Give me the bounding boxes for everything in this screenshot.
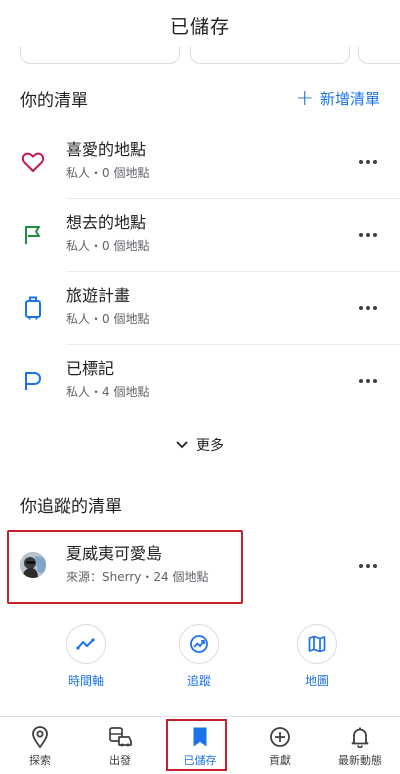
commute-icon	[107, 725, 133, 749]
location-pin-icon	[31, 725, 49, 749]
add-list-label: 新增清單	[319, 90, 380, 108]
chip-3[interactable]	[358, 46, 400, 64]
show-more-button[interactable]: 更多	[0, 432, 400, 458]
tracking-icon	[179, 624, 219, 664]
followed-lists-title: 你追蹤的清單	[20, 497, 122, 517]
nav-label: 出發	[109, 754, 131, 767]
list-meta: 私人・0 個地點	[66, 239, 150, 253]
map-icon	[297, 624, 337, 664]
your-lists-title: 你的清單	[20, 91, 88, 111]
more-options-icon[interactable]	[358, 298, 378, 318]
chips-row	[0, 46, 400, 68]
list-item-want-to-go[interactable]: 想去的地點 私人・0 個地點	[0, 199, 400, 271]
show-more-label: 更多	[196, 438, 224, 454]
list-meta: 私人・0 個地點	[66, 166, 150, 180]
followed-lists-header: 你追蹤的清單	[20, 492, 380, 517]
chip-1[interactable]	[20, 46, 180, 64]
list-meta: 私人・4 個地點	[66, 385, 150, 399]
bell-icon	[350, 725, 370, 749]
add-circle-icon	[269, 725, 291, 749]
list-item-favorites[interactable]: 喜愛的地點 私人・0 個地點	[0, 126, 400, 198]
more-options-icon[interactable]	[358, 556, 378, 576]
flag-icon	[20, 222, 46, 248]
nav-label: 貢獻	[269, 754, 291, 767]
more-options-icon[interactable]	[358, 371, 378, 391]
tracking-label: 追蹤	[186, 674, 211, 688]
page-title: 已儲存	[169, 15, 230, 38]
chevron-down-icon	[176, 437, 188, 453]
list-name: 旅遊計畫	[66, 286, 131, 305]
list-name: 已標記	[66, 359, 115, 378]
list-item-travel-plans[interactable]: 旅遊計畫 私人・0 個地點	[0, 272, 400, 344]
map-label: 地圖	[304, 674, 329, 688]
timeline-button[interactable]: 時間軸	[41, 624, 131, 689]
list-name: 想去的地點	[66, 213, 147, 232]
chip-2[interactable]	[190, 46, 350, 64]
add-list-button[interactable]: + 新增清單	[295, 85, 380, 111]
nav-updates[interactable]: 最新動態	[320, 717, 400, 774]
luggage-icon	[20, 295, 46, 321]
tracking-button[interactable]: 追蹤	[154, 624, 244, 689]
more-options-icon[interactable]	[358, 152, 378, 172]
nav-label: 探索	[29, 754, 51, 767]
map-button[interactable]: 地圖	[272, 624, 362, 689]
quick-actions: 時間軸 追蹤 地圖	[0, 624, 400, 694]
list-item-starred[interactable]: 已標記 私人・4 個地點	[0, 345, 400, 417]
app-header: 已儲存	[0, 0, 400, 50]
list-meta: 私人・0 個地點	[66, 312, 150, 326]
nav-label: 最新動態	[338, 754, 382, 767]
highlight-box	[7, 530, 243, 604]
highlight-box	[166, 719, 227, 771]
timeline-icon	[66, 624, 106, 664]
nav-contribute[interactable]: 貢獻	[240, 717, 320, 774]
your-lists-header: 你的清單 + 新增清單	[20, 86, 380, 111]
list-name: 喜愛的地點	[66, 140, 147, 159]
plus-icon: +	[295, 85, 314, 111]
timeline-label: 時間軸	[67, 674, 104, 688]
nav-explore[interactable]: 探索	[0, 717, 80, 774]
heart-icon	[20, 149, 46, 175]
more-options-icon[interactable]	[358, 225, 378, 245]
nav-commute[interactable]: 出發	[80, 717, 160, 774]
label-flag-icon	[20, 368, 46, 394]
